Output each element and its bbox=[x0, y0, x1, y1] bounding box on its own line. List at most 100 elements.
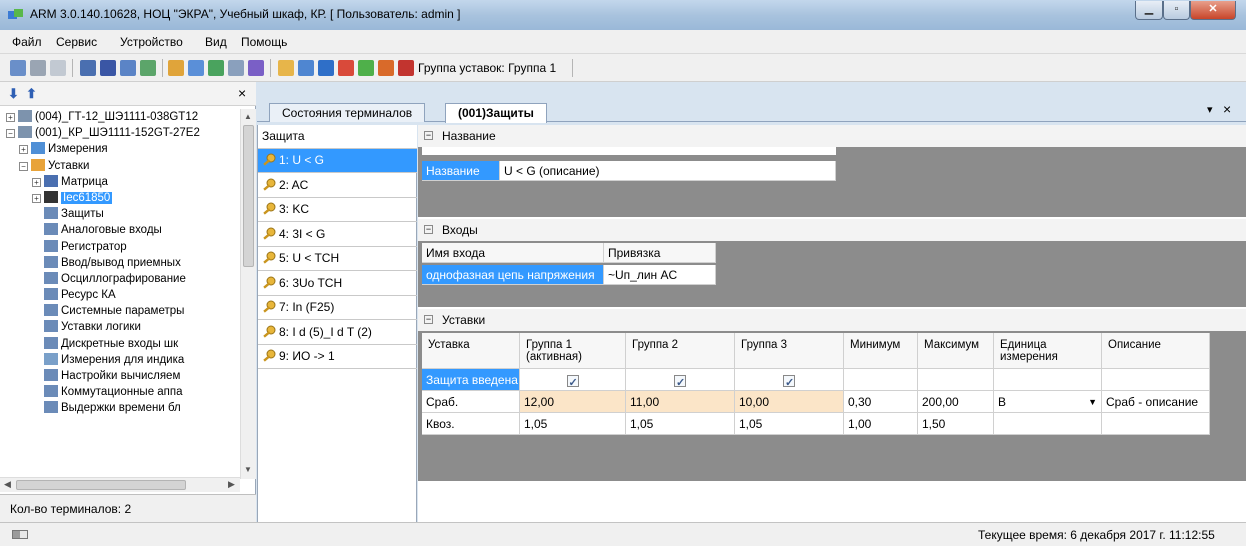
collapse-icon[interactable]: − bbox=[424, 225, 433, 234]
minimize-button[interactable]: ▁ bbox=[1135, 1, 1163, 20]
maximize-button[interactable]: ▫ bbox=[1163, 1, 1190, 20]
setting-value[interactable]: 11,00 bbox=[626, 391, 735, 413]
collapse-icon[interactable]: − bbox=[6, 129, 15, 139]
expand-icon[interactable]: + bbox=[32, 177, 41, 187]
tree-item[interactable]: Осциллографирование bbox=[6, 271, 238, 287]
setting-value[interactable]: 1,50 bbox=[918, 413, 994, 435]
protection-item[interactable]: 5: U < TCH bbox=[258, 247, 417, 271]
tree-item[interactable]: + Матрица bbox=[6, 174, 238, 190]
tree-item[interactable]: − Уставки bbox=[6, 158, 238, 174]
menu-help[interactable]: Помощь bbox=[241, 35, 287, 49]
menu-device[interactable]: Устройство bbox=[120, 35, 183, 49]
protection-item[interactable]: 2: AC bbox=[258, 174, 417, 198]
tree-item[interactable]: − (001)_КР_ШЭ1111-152GT-27E2 bbox=[6, 125, 238, 141]
setting-checkbox-cell[interactable] bbox=[520, 369, 626, 391]
setting-value[interactable]: 1,05 bbox=[520, 413, 626, 435]
collapse-icon[interactable]: − bbox=[19, 161, 28, 171]
settings-group-label[interactable]: Группа уставок: Группа 1 bbox=[418, 61, 556, 75]
checkbox[interactable] bbox=[674, 372, 686, 390]
settings-col-header[interactable]: Уставка bbox=[422, 333, 520, 369]
tree-item[interactable]: + (004)_ГТ-12_ШЭ1111-038GT12 bbox=[6, 109, 238, 125]
setting-value[interactable] bbox=[1102, 413, 1210, 435]
tree-item[interactable]: Аналоговые входы bbox=[6, 222, 238, 238]
tree-icon[interactable] bbox=[208, 60, 224, 76]
view-dropdown-icon[interactable] bbox=[140, 60, 156, 76]
tree-item[interactable]: Выдержки времени бл bbox=[6, 400, 238, 416]
open-icon[interactable] bbox=[278, 60, 294, 76]
rss-icon[interactable] bbox=[338, 60, 354, 76]
setting-checkbox-cell[interactable] bbox=[626, 369, 735, 391]
setting-value[interactable] bbox=[1102, 369, 1210, 391]
expand-icon[interactable]: + bbox=[6, 113, 15, 122]
protection-item[interactable]: 8: I d (5)_I d T (2) bbox=[258, 321, 417, 345]
tree-vertical-scrollbar[interactable]: ▲ ▼ bbox=[240, 109, 256, 479]
menu-file[interactable]: Файл bbox=[12, 35, 42, 49]
filter-icon[interactable] bbox=[228, 60, 244, 76]
name-section-header[interactable]: − Название bbox=[418, 125, 1246, 147]
close-button[interactable]: ✕ bbox=[1190, 1, 1236, 20]
protection-item[interactable]: 4: 3I < G bbox=[258, 223, 417, 247]
protection-item[interactable]: 3: KC bbox=[258, 198, 417, 222]
tree-item[interactable]: Уставки логики bbox=[6, 319, 238, 335]
protection-item[interactable]: 7: In (F25) bbox=[258, 296, 417, 320]
setting-value[interactable]: 1,05 bbox=[626, 413, 735, 435]
setting-value[interactable]: 10,00 bbox=[735, 391, 844, 413]
edit-icon[interactable] bbox=[298, 60, 314, 76]
tab-terminal-states[interactable]: Состояния терминалов bbox=[269, 103, 426, 122]
unit-dropdown[interactable]: В ▼ bbox=[994, 391, 1102, 413]
tree-item[interactable]: Настройки вычисляем bbox=[6, 368, 238, 384]
setting-value[interactable] bbox=[844, 369, 918, 391]
arrow-up-icon[interactable]: ⬆ bbox=[26, 86, 37, 102]
grid-icon[interactable] bbox=[100, 60, 116, 76]
setting-checkbox-cell[interactable] bbox=[735, 369, 844, 391]
settings-col-header[interactable]: Минимум bbox=[844, 333, 918, 369]
setting-value[interactable] bbox=[994, 369, 1102, 391]
collapse-icon[interactable]: − bbox=[424, 131, 433, 140]
tab-close-icon[interactable]: × bbox=[1223, 101, 1231, 117]
setting-value[interactable] bbox=[994, 413, 1102, 435]
expand-icon[interactable]: + bbox=[32, 193, 41, 203]
disconnect-icon[interactable] bbox=[30, 60, 46, 76]
tree-item[interactable]: Измерения для индика bbox=[6, 352, 238, 368]
lookup-icon[interactable] bbox=[248, 60, 264, 76]
settings-col-header[interactable]: Группа 1 (активная) bbox=[520, 333, 626, 369]
settings-section-header[interactable]: − Уставки bbox=[418, 309, 1246, 331]
tree-item[interactable]: + Iec61850 bbox=[6, 190, 238, 206]
tree-item[interactable]: + Измерения bbox=[6, 141, 238, 157]
settings-col-header[interactable]: Группа 3 bbox=[735, 333, 844, 369]
setting-value[interactable]: 1,05 bbox=[735, 413, 844, 435]
inputs-section-header[interactable]: − Входы bbox=[418, 219, 1246, 241]
tree-item[interactable]: Дискретные входы шк bbox=[6, 336, 238, 352]
tab-menu-icon[interactable]: ▾ bbox=[1207, 103, 1213, 116]
setting-value[interactable]: 200,00 bbox=[918, 391, 994, 413]
checkbox[interactable] bbox=[566, 372, 579, 390]
settings-col-header[interactable]: Описание bbox=[1102, 333, 1210, 369]
tab-protections[interactable]: (001)Защиты bbox=[445, 103, 547, 123]
tree-item[interactable]: Ввод/вывод приемных bbox=[6, 255, 238, 271]
tree-horizontal-scrollbar[interactable]: ◀ ▶ bbox=[0, 477, 240, 492]
tools-icon[interactable] bbox=[378, 60, 394, 76]
tree-item[interactable]: Коммутационные аппа bbox=[6, 384, 238, 400]
protection-item[interactable]: 9: ИО -> 1 bbox=[258, 345, 417, 369]
arrow-down-icon[interactable]: ⬇ bbox=[8, 86, 19, 102]
collapse-icon[interactable]: − bbox=[424, 315, 433, 324]
dropdown-arrow-icon[interactable]: ▼ bbox=[1088, 391, 1097, 412]
list-icon[interactable] bbox=[80, 60, 96, 76]
expand-icon[interactable]: + bbox=[19, 145, 28, 155]
protection-item[interactable]: 6: 3Uo TCH bbox=[258, 272, 417, 296]
setting-value[interactable]: 1,00 bbox=[844, 413, 918, 435]
protection-item[interactable]: 1: U < G bbox=[258, 149, 417, 173]
settings-col-header[interactable]: Группа 2 bbox=[626, 333, 735, 369]
connect-icon[interactable] bbox=[10, 60, 26, 76]
setting-value[interactable] bbox=[918, 369, 994, 391]
tree-item[interactable]: Ресурс КА bbox=[6, 287, 238, 303]
settings-col-header[interactable]: Максимум bbox=[918, 333, 994, 369]
settings-table-icon[interactable] bbox=[188, 60, 204, 76]
settings-col-header[interactable]: Единица измерения bbox=[994, 333, 1102, 369]
menu-view[interactable]: Вид bbox=[205, 35, 227, 49]
tree-item[interactable]: Регистратор bbox=[6, 239, 238, 255]
table-view-icon[interactable] bbox=[120, 60, 136, 76]
setting-value[interactable]: 12,00 bbox=[520, 391, 626, 413]
setting-value[interactable]: 0,30 bbox=[844, 391, 918, 413]
tree-item[interactable]: Системные параметры bbox=[6, 303, 238, 319]
